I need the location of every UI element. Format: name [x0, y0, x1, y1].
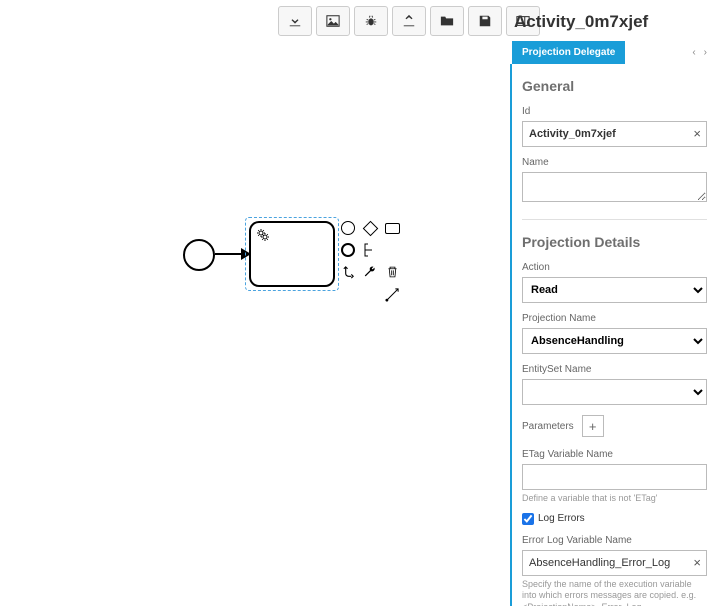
connect-icon[interactable]	[384, 286, 400, 302]
id-input[interactable]	[522, 121, 707, 147]
tab-projection-delegate[interactable]: Projection Delegate	[512, 41, 625, 64]
tab-prev-icon[interactable]: ‹	[692, 47, 695, 58]
folder-button[interactable]	[430, 6, 464, 36]
save-button[interactable]	[468, 6, 502, 36]
log-errors-label: Log Errors	[538, 513, 585, 524]
annotation-icon[interactable]	[362, 242, 378, 258]
section-projection-details: Projection Details	[522, 234, 707, 250]
clear-id-icon[interactable]: ×	[693, 126, 701, 141]
projection-name-label: Projection Name	[522, 313, 707, 324]
panel-title: Activity_0m7xjef	[510, 0, 713, 40]
bpmn-canvas[interactable]	[0, 40, 510, 600]
download-button[interactable]	[278, 6, 312, 36]
start-event[interactable]	[183, 239, 215, 271]
bug-button[interactable]	[354, 6, 388, 36]
sequence-flow[interactable]	[215, 253, 249, 255]
section-general: General	[522, 78, 707, 94]
errorlog-help: Specify the name of the execution variab…	[522, 579, 707, 606]
etag-help: Define a variable that is not 'ETag'	[522, 493, 707, 505]
projection-name-select[interactable]: AbsenceHandling	[522, 328, 707, 354]
change-type-icon[interactable]	[340, 264, 356, 280]
delete-icon[interactable]	[384, 264, 400, 280]
top-toolbar	[278, 6, 540, 36]
add-parameter-button[interactable]: +	[582, 415, 604, 437]
errorlog-label: Error Log Variable Name	[522, 535, 707, 546]
errorlog-input[interactable]	[522, 550, 707, 576]
service-task-gear-icon	[255, 227, 271, 246]
etag-label: ETag Variable Name	[522, 449, 707, 460]
append-gateway-icon[interactable]	[362, 220, 378, 236]
action-label: Action	[522, 262, 707, 273]
tab-next-icon[interactable]: ›	[704, 47, 707, 58]
action-select[interactable]: Read	[522, 277, 707, 303]
entityset-label: EntitySet Name	[522, 364, 707, 375]
name-input[interactable]	[522, 172, 707, 202]
id-label: Id	[522, 106, 707, 117]
append-intermediate-icon[interactable]	[340, 242, 356, 258]
properties-panel: Activity_0m7xjef Projection Delegate ‹ ›…	[510, 0, 713, 610]
upload-button[interactable]	[392, 6, 426, 36]
append-end-event-icon[interactable]	[340, 220, 356, 236]
image-button[interactable]	[316, 6, 350, 36]
parameters-label: Parameters	[522, 421, 574, 432]
wrench-icon[interactable]	[362, 264, 378, 280]
log-errors-checkbox[interactable]	[522, 513, 534, 525]
tab-row: Projection Delegate ‹ ›	[510, 40, 713, 64]
context-pad	[340, 220, 402, 304]
entityset-select[interactable]	[522, 379, 707, 405]
name-label: Name	[522, 157, 707, 168]
append-task-icon[interactable]	[384, 220, 400, 236]
etag-input[interactable]	[522, 464, 707, 490]
clear-errorlog-icon[interactable]: ×	[693, 555, 701, 570]
